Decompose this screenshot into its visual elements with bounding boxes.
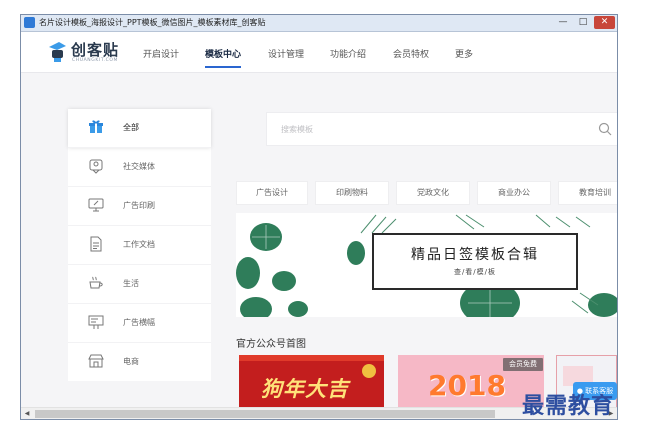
sidebar-label: 生活 xyxy=(123,279,139,288)
banner-title: 精品日签模板合辑 xyxy=(411,247,539,263)
logo-text: 创客贴 xyxy=(71,41,120,59)
sidebar-item-banner-ads[interactable]: 广告横幅 xyxy=(68,304,211,343)
sidebar-item-all[interactable]: 全部 xyxy=(68,109,211,148)
logo[interactable]: 创客贴 CHUANGKIT.COM xyxy=(47,39,137,67)
nav-start-design[interactable]: 开启设计 xyxy=(143,47,179,60)
scroll-left-icon[interactable]: ◀ xyxy=(21,408,33,419)
app-icon xyxy=(24,17,35,28)
banner-text-box: 精品日签模板合辑 查/看/模/板 xyxy=(372,233,578,290)
monitor-icon xyxy=(88,198,104,212)
category-education[interactable]: 教育培训 xyxy=(558,181,617,205)
sidebar-item-social[interactable]: 社交媒体 xyxy=(68,148,211,187)
nav-features[interactable]: 功能介绍 xyxy=(330,47,366,60)
category-business-office[interactable]: 商业办公 xyxy=(477,181,551,205)
search-icon[interactable] xyxy=(598,122,612,136)
document-icon xyxy=(90,236,102,252)
sidebar-item-work-docs[interactable]: 工作文档 xyxy=(68,226,211,265)
nav-design-manage[interactable]: 设计管理 xyxy=(268,47,304,60)
sidebar-label: 广告印刷 xyxy=(123,201,155,210)
nav-membership[interactable]: 会员特权 xyxy=(393,47,429,60)
watermark: 最需教育 xyxy=(522,393,615,419)
category-print-materials[interactable]: 印刷物料 xyxy=(315,181,389,205)
sidebar-item-ecommerce[interactable]: 电商 xyxy=(68,343,211,381)
logo-subtext: CHUANGKIT.COM xyxy=(72,58,119,63)
nav-template-center[interactable]: 模板中心 xyxy=(205,47,241,60)
app-window: 名片设计模板_海报设计_PPT模板_微信图片_模板素材库_创客贴 — □ ✕ 创… xyxy=(20,14,618,420)
sidebar-item-life[interactable]: 生活 xyxy=(68,265,211,304)
nav-active-indicator xyxy=(205,66,241,68)
sidebar-label: 电商 xyxy=(123,357,139,366)
shop-icon xyxy=(88,354,104,368)
promo-banner[interactable]: 精品日签模板合辑 查/看/模/板 xyxy=(236,213,617,317)
category-party-culture[interactable]: 党政文化 xyxy=(396,181,470,205)
close-button[interactable]: ✕ xyxy=(594,16,615,29)
sidebar-label: 广告横幅 xyxy=(123,318,155,327)
top-navigation: 创客贴 CHUANGKIT.COM 开启设计 模板中心 设计管理 功能介绍 会员… xyxy=(21,32,617,73)
minimize-button[interactable]: — xyxy=(553,16,573,29)
section-title: 官方公众号首图 xyxy=(236,339,306,350)
scrollbar-thumb[interactable] xyxy=(35,410,495,418)
member-free-badge: 会员免费 xyxy=(503,358,543,371)
search-input[interactable]: 搜索模板 xyxy=(281,124,313,135)
title-bar[interactable]: 名片设计模板_海报设计_PPT模板_微信图片_模板素材库_创客贴 — □ ✕ xyxy=(21,15,617,32)
category-ad-design[interactable]: 广告设计 xyxy=(236,181,308,205)
logo-mark-icon xyxy=(49,42,66,62)
search-box[interactable]: 搜索模板 xyxy=(266,112,617,146)
thumbnail-text: 2018 xyxy=(428,369,506,402)
thumbnail-text: 狗年大吉 xyxy=(261,376,349,401)
nav-more[interactable]: 更多 xyxy=(455,47,473,60)
coffee-icon xyxy=(89,276,103,289)
gift-box-icon xyxy=(89,120,103,133)
sidebar: 全部 社交媒体 广告印刷 工作文档 生活 广告横幅 电商 xyxy=(68,109,211,381)
sidebar-label: 全部 xyxy=(123,123,139,132)
sidebar-label: 社交媒体 xyxy=(123,162,155,171)
sidebar-item-print-ads[interactable]: 广告印刷 xyxy=(68,187,211,226)
social-icon xyxy=(89,159,103,174)
window-title: 名片设计模板_海报设计_PPT模板_微信图片_模板素材库_创客贴 xyxy=(39,18,266,27)
sidebar-label: 工作文档 xyxy=(123,240,155,249)
maximize-button[interactable]: □ xyxy=(573,16,593,29)
banner-subtitle: 查/看/模/板 xyxy=(453,268,497,276)
banner-icon xyxy=(88,315,104,329)
